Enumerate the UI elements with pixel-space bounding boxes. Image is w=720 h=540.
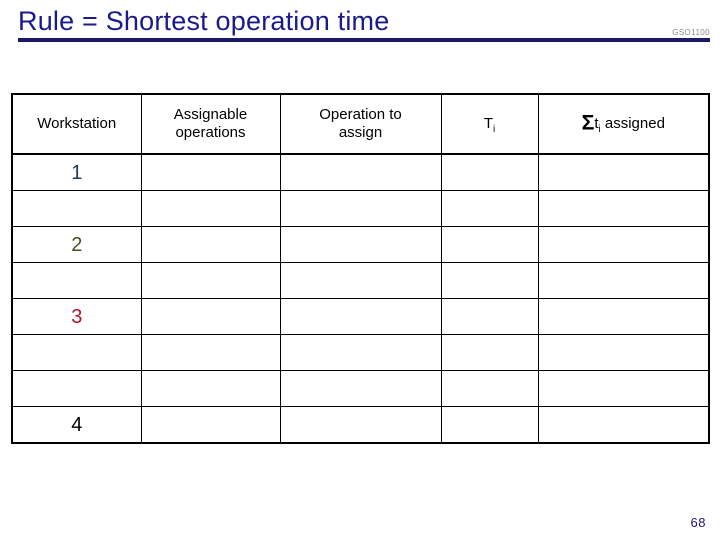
cell-workstation[interactable] <box>11 262 142 299</box>
table-body: 1 2 3 4 <box>11 153 710 444</box>
cell-workstation[interactable]: 1 <box>11 153 142 191</box>
cell-ti[interactable] <box>440 334 539 371</box>
cell-sum-ti-assigned[interactable] <box>537 226 710 263</box>
cell-assignable-operations[interactable] <box>140 226 281 263</box>
cell-operation-to-assign[interactable] <box>279 153 442 191</box>
cell-operation-to-assign[interactable] <box>279 370 442 407</box>
cell-sum-ti-assigned[interactable] <box>537 190 710 227</box>
cell-ti[interactable] <box>440 406 539 444</box>
column-header-sum-ti-assigned: Σti assigned <box>537 93 710 155</box>
cell-sum-ti-assigned[interactable] <box>537 406 710 444</box>
table-row <box>11 190 710 227</box>
title-underline-rule <box>18 38 710 42</box>
column-header-operation-to-assign-line2: assign <box>338 124 383 141</box>
column-header-sum-ti-suffix: assigned <box>600 114 665 132</box>
cell-ti[interactable] <box>440 153 539 191</box>
cell-workstation[interactable]: 2 <box>11 226 142 263</box>
column-header-assignable-operations-line1: Assignable <box>173 105 248 123</box>
cell-ti[interactable] <box>440 262 539 299</box>
table-row: 3 <box>11 298 710 335</box>
workstation-assignment-table: Workstation Assignable operations Operat… <box>11 93 710 444</box>
cell-assignable-operations[interactable] <box>140 298 281 335</box>
cell-operation-to-assign[interactable] <box>279 334 442 371</box>
cell-operation-to-assign[interactable] <box>279 190 442 227</box>
column-header-workstation-label: Workstation <box>37 114 117 132</box>
column-header-assignable-operations: Assignable operations <box>140 93 281 155</box>
column-header-operation-to-assign-line1: Operation to <box>319 105 402 123</box>
cell-sum-ti-assigned[interactable] <box>537 153 710 191</box>
table-header-row: Workstation Assignable operations Operat… <box>11 93 710 155</box>
cell-sum-ti-assigned[interactable] <box>537 334 710 371</box>
table-row: 2 <box>11 226 710 263</box>
table-row <box>11 262 710 299</box>
cell-workstation[interactable] <box>11 334 142 371</box>
column-header-operation-to-assign: Operation to assign <box>279 93 442 155</box>
cell-workstation[interactable]: 4 <box>11 406 142 444</box>
cell-ti[interactable] <box>440 226 539 263</box>
table-row: 1 <box>11 153 710 191</box>
cell-sum-ti-assigned[interactable] <box>537 262 710 299</box>
column-header-ti: Ti <box>440 93 539 155</box>
cell-workstation[interactable]: 3 <box>11 298 142 335</box>
column-header-workstation: Workstation <box>11 93 142 155</box>
cell-ti[interactable] <box>440 370 539 407</box>
cell-assignable-operations[interactable] <box>140 370 281 407</box>
cell-workstation[interactable] <box>11 370 142 407</box>
column-header-ti-symbol: T <box>483 114 493 132</box>
column-header-ti-subscript: i <box>492 123 496 135</box>
table-row: 4 <box>11 406 710 444</box>
table-header: Workstation Assignable operations Operat… <box>11 93 710 155</box>
cell-operation-to-assign[interactable] <box>279 406 442 444</box>
cell-assignable-operations[interactable] <box>140 406 281 444</box>
column-header-assignable-operations-line2: operations <box>175 124 246 141</box>
cell-sum-ti-assigned[interactable] <box>537 298 710 335</box>
cell-operation-to-assign[interactable] <box>279 262 442 299</box>
cell-assignable-operations[interactable] <box>140 153 281 191</box>
cell-assignable-operations[interactable] <box>140 334 281 371</box>
cell-operation-to-assign[interactable] <box>279 226 442 263</box>
cell-workstation[interactable] <box>11 190 142 227</box>
cell-ti[interactable] <box>440 190 539 227</box>
cell-assignable-operations[interactable] <box>140 262 281 299</box>
slide-page-number: 68 <box>690 515 706 530</box>
cell-ti[interactable] <box>440 298 539 335</box>
cell-assignable-operations[interactable] <box>140 190 281 227</box>
course-code-label: GSO1100 <box>672 28 710 37</box>
table-row <box>11 370 710 407</box>
table-row <box>11 334 710 371</box>
cell-operation-to-assign[interactable] <box>279 298 442 335</box>
page-title: Rule = Shortest operation time <box>18 6 390 36</box>
sigma-icon: Σ <box>581 110 595 135</box>
cell-sum-ti-assigned[interactable] <box>537 370 710 407</box>
